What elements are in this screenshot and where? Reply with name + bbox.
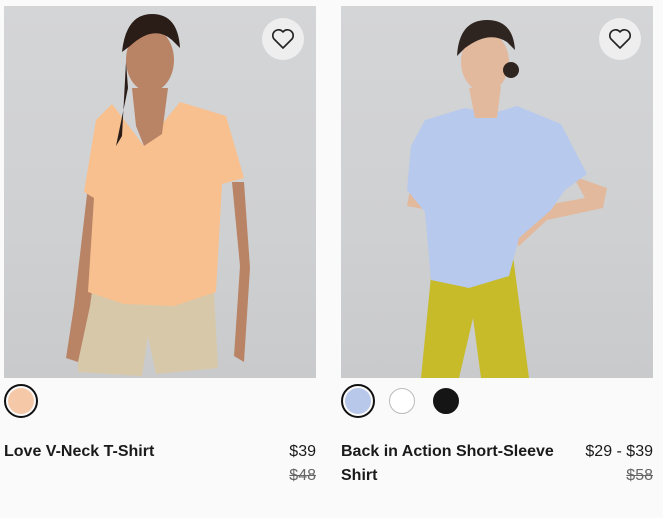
swatch-color xyxy=(8,388,34,414)
original-price: $58 xyxy=(626,467,653,484)
heart-outline-icon xyxy=(272,29,294,49)
color-swatches xyxy=(4,384,38,418)
swatch-peach[interactable] xyxy=(4,384,38,418)
swatch-black[interactable] xyxy=(429,384,463,418)
product-price: $39 $48 xyxy=(289,440,316,488)
wishlist-button[interactable] xyxy=(599,18,641,60)
wishlist-button[interactable] xyxy=(262,18,304,60)
swatch-white[interactable] xyxy=(385,384,419,418)
heart-outline-icon xyxy=(609,29,631,49)
product-name[interactable]: Back in Action Short-Sleeve Shirt xyxy=(341,440,561,488)
current-price: $39 xyxy=(289,443,316,460)
original-price: $48 xyxy=(289,467,316,484)
swatch-light-blue[interactable] xyxy=(341,384,375,418)
swatch-color xyxy=(433,388,459,414)
color-swatches xyxy=(341,384,463,418)
product-card[interactable]: Back in Action Short-Sleeve Shirt $29 - … xyxy=(341,0,653,484)
product-image[interactable] xyxy=(341,6,653,378)
product-name[interactable]: Love V-Neck T-Shirt xyxy=(4,440,224,464)
swatch-color xyxy=(345,388,371,414)
model-photo xyxy=(66,14,250,376)
swatch-color xyxy=(389,388,415,414)
current-price: $29 - $39 xyxy=(585,443,653,460)
product-image[interactable] xyxy=(4,6,316,378)
product-price: $29 - $39 $58 xyxy=(585,440,653,488)
model-photo xyxy=(407,20,607,378)
product-card[interactable]: Love V-Neck T-Shirt $39 $48 xyxy=(4,0,316,484)
